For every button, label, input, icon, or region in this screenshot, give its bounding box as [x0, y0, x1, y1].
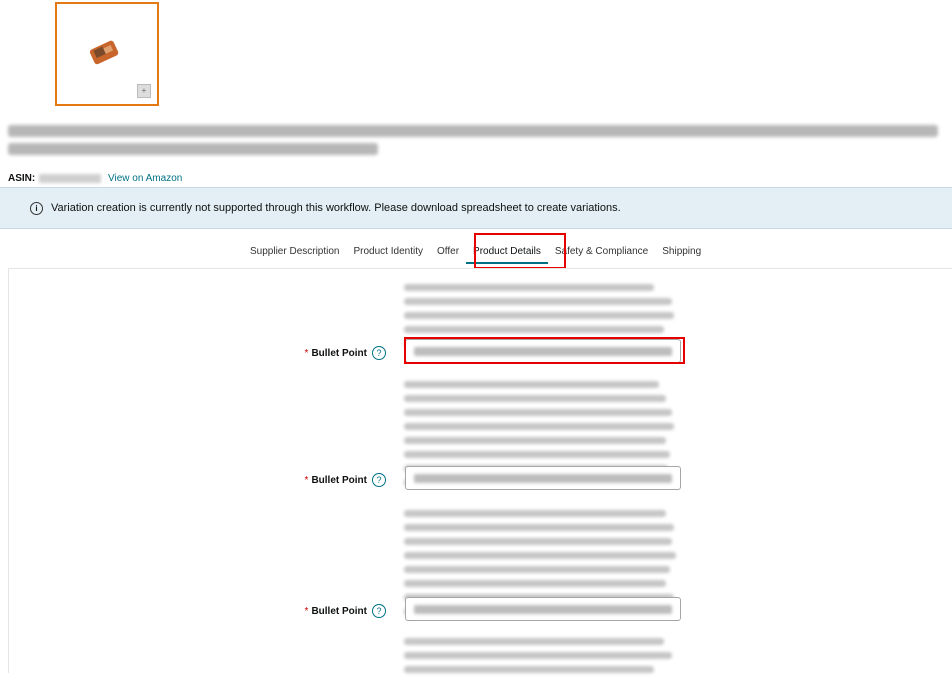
bullet-point-label: * Bullet Point ?: [305, 346, 386, 360]
bullet-point-label: * Bullet Point ?: [305, 473, 386, 487]
product-image: [89, 40, 119, 65]
product-thumbnail[interactable]: +: [55, 2, 159, 106]
bullet-point-input[interactable]: [405, 597, 681, 621]
bullet-point-label: * Bullet Point ?: [305, 604, 386, 618]
tab-shipping[interactable]: Shipping: [655, 245, 708, 259]
tab-supplier-description[interactable]: Supplier Description: [243, 245, 347, 259]
info-icon: i: [30, 201, 43, 215]
product-title: [8, 125, 938, 161]
asin-row: ASIN: View on Amazon: [8, 173, 182, 184]
bullet-point-input[interactable]: [405, 466, 681, 490]
zoom-icon[interactable]: +: [137, 84, 151, 98]
help-icon[interactable]: ?: [372, 473, 386, 487]
tab-offer[interactable]: Offer: [430, 245, 466, 259]
help-icon[interactable]: ?: [372, 346, 386, 360]
asin-label: ASIN:: [8, 173, 36, 184]
asin-value: [39, 173, 102, 183]
field-highlight-box: [404, 337, 685, 364]
tab-product-identity[interactable]: Product Identity: [347, 245, 430, 259]
banner-message: Variation creation is currently not supp…: [51, 202, 621, 214]
bullet-point-help-text: [404, 638, 684, 680]
tab-highlight-box: [474, 233, 566, 269]
help-icon[interactable]: ?: [372, 604, 386, 618]
view-on-amazon-link[interactable]: View on Amazon: [108, 173, 182, 184]
info-banner: i Variation creation is currently not su…: [0, 187, 952, 229]
